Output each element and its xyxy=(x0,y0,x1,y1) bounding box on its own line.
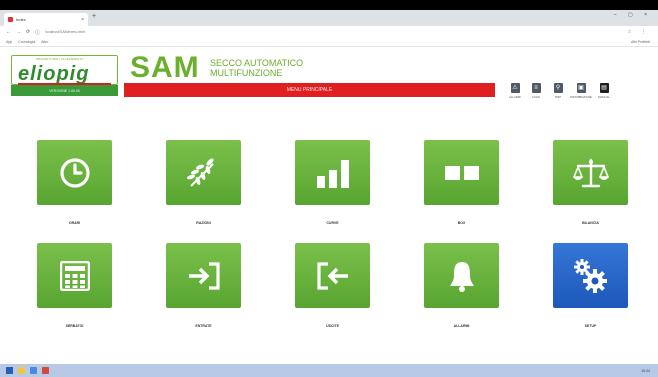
window-controls[interactable]: – ▢ × xyxy=(614,12,652,18)
wheat-icon xyxy=(186,157,214,187)
bookmark-item[interactable]: Altro xyxy=(41,40,48,44)
search-icon: ⚲ xyxy=(553,83,563,93)
reload-icon[interactable]: ⟳ xyxy=(26,29,30,35)
tab-close-icon[interactable]: × xyxy=(81,17,84,23)
tile-box xyxy=(37,243,112,308)
bookmark-item[interactable]: App xyxy=(6,40,12,44)
tab-favicon-icon xyxy=(8,17,13,22)
tab-title: Index xyxy=(16,17,26,22)
tile-bilancia[interactable]: BILANCIA xyxy=(553,140,628,229)
exit-icon xyxy=(316,261,348,290)
tile-label: SETUP xyxy=(584,324,597,328)
scale-icon xyxy=(572,158,609,187)
toolbar-actions[interactable]: ☆ ⋮ xyxy=(627,29,650,35)
tile-label: USCITE xyxy=(326,324,339,328)
tile-serbatoi[interactable]: SERBATOI xyxy=(37,243,112,332)
tool-label: TRIP xyxy=(554,95,562,99)
start-icon[interactable] xyxy=(6,367,13,374)
tile-label: CURVE xyxy=(326,221,339,225)
tile-label: BILANCIA xyxy=(582,221,599,225)
tile-box xyxy=(553,243,628,308)
tile-box xyxy=(37,140,112,205)
tile-curve[interactable]: CURVE xyxy=(295,140,370,229)
app-title: SAM xyxy=(130,51,200,84)
explorer-icon[interactable] xyxy=(18,367,25,374)
tile-allarmi[interactable]: ALLARMI xyxy=(424,243,499,332)
new-tab-button[interactable]: + xyxy=(92,13,96,20)
log-document-icon: ≡ xyxy=(531,83,541,93)
tool-trip-button[interactable]: ⚲ TRIP xyxy=(550,83,566,99)
forward-icon[interactable]: → xyxy=(16,29,21,35)
os-taskbar: 10:24 xyxy=(0,364,658,377)
tile-box xyxy=(295,243,370,308)
calculator-icon xyxy=(59,260,90,291)
tile-label: ENTRATE xyxy=(195,324,212,328)
tile-razioni[interactable]: RAZIONI xyxy=(166,140,241,229)
tile-entrate[interactable]: ENTRATE xyxy=(166,243,241,332)
browser-taskbar-icon[interactable] xyxy=(30,367,37,374)
bar-chart-icon xyxy=(316,159,349,188)
tool-label: LOGS xyxy=(532,95,540,99)
tool-distribuzione-button[interactable]: ▣ DISTRIBUZIONE xyxy=(570,83,592,99)
browser-tab[interactable]: Index × xyxy=(4,13,88,26)
tile-label: SERBATOI xyxy=(65,324,84,328)
app-taskbar-icon[interactable] xyxy=(42,367,49,374)
tool-label: DISTRIBUZIONE xyxy=(570,95,592,99)
alarm-triangle-icon: ⚠ xyxy=(510,83,520,93)
logo-tagline: PROGETTI PER L'ALLEVAMENTO xyxy=(36,57,84,61)
tile-box xyxy=(553,140,628,205)
bookmarks-bar: App Cronologia Altro Altri Preferiti xyxy=(0,38,658,47)
tile-box-menu[interactable]: BOX xyxy=(424,140,499,229)
bell-icon xyxy=(449,261,474,292)
tile-label: BOX xyxy=(457,221,466,225)
eliopig-logo: PROGETTI PER L'ALLEVAMENTO eliopig xyxy=(11,55,118,86)
address-bar[interactable]: localhost/SAM/menu.html xyxy=(45,29,135,36)
gears-icon xyxy=(573,258,607,293)
camera-icon: ▣ xyxy=(576,83,586,93)
tile-box xyxy=(295,140,370,205)
tile-label: ORARI xyxy=(68,221,81,225)
app-page: PROGETTI PER L'ALLEVAMENTO eliopig VERSI… xyxy=(0,47,658,364)
tile-label: ALLARMI xyxy=(453,324,470,328)
tile-setup[interactable]: SETUP xyxy=(553,243,628,332)
tile-label: RAZIONI xyxy=(196,221,211,225)
enter-icon xyxy=(188,261,220,290)
tile-box xyxy=(166,243,241,308)
tile-box xyxy=(166,140,241,205)
tool-allarmi-button[interactable]: ⚠ ALLARMI xyxy=(507,83,523,99)
tile-box xyxy=(424,243,499,308)
back-icon[interactable]: ← xyxy=(6,29,11,35)
version-label: VERSIONE 1.00.00 xyxy=(11,85,118,96)
tool-label: ALLARMI xyxy=(509,95,521,99)
tool-label: MANUAL xyxy=(598,95,610,99)
boxes-icon xyxy=(444,165,479,180)
app-subtitle-line2: MULTIFUNZIONE xyxy=(210,68,283,78)
tile-uscite[interactable]: USCITE xyxy=(295,243,370,332)
clock-icon xyxy=(59,157,90,188)
bookmark-item[interactable]: Cronologia xyxy=(18,40,35,44)
info-icon[interactable]: ⓘ xyxy=(35,29,40,36)
menu-title-bar: MENU PRINCIPALE xyxy=(124,83,495,97)
manual-book-icon: ▤ xyxy=(599,83,609,93)
tile-orari[interactable]: ORARI xyxy=(37,140,112,229)
browser-toolbar: ← → ⟳ ⓘ localhost/SAM/menu.html ☆ ⋮ xyxy=(0,26,658,38)
tile-box xyxy=(424,140,499,205)
tool-manual-button[interactable]: ▤ MANUAL xyxy=(596,83,612,99)
app-subtitle-line1: SECCO AUTOMATICO xyxy=(210,58,304,68)
browser-tab-bar: Index × + – ▢ × xyxy=(0,10,658,26)
other-bookmarks[interactable]: Altri Preferiti xyxy=(631,40,650,44)
taskbar-clock: 10:24 xyxy=(641,368,650,373)
tool-logs-button[interactable]: ≡ LOGS xyxy=(528,83,544,99)
